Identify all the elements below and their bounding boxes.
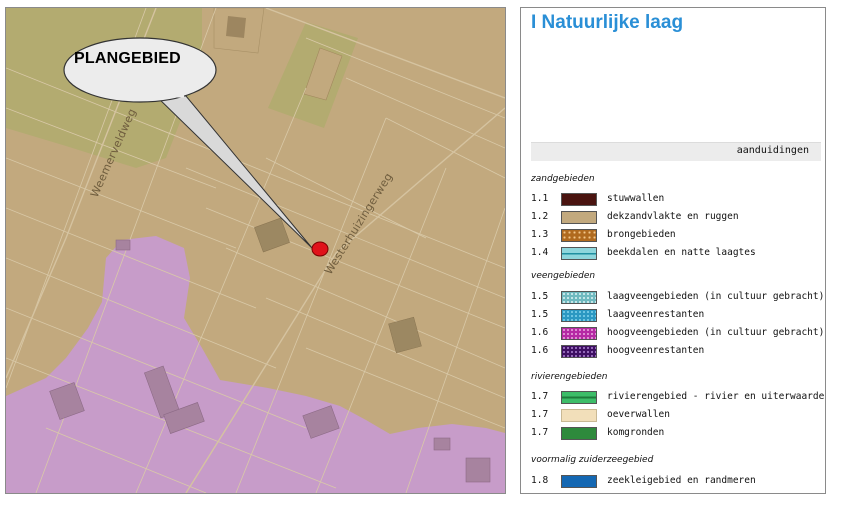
- legend-code: 1.2: [531, 211, 549, 222]
- legend-section-title: rivierengebieden: [531, 372, 608, 382]
- legend-swatch: [561, 291, 597, 304]
- callout-bubble: [63, 37, 217, 103]
- legend-swatch: [561, 409, 597, 422]
- legend-code: 1.6: [531, 345, 549, 356]
- legend-label: brongebieden: [607, 229, 676, 240]
- legend-item: 1.7 rivierengebied - rivier en uiterwaar…: [531, 391, 825, 405]
- legend-swatch: [561, 229, 597, 242]
- legend-label: beekdalen en natte laagtes: [607, 247, 756, 258]
- legend-swatch: [561, 475, 597, 488]
- legend-header-label: aanduidingen: [736, 145, 809, 156]
- legend-item: 1.2 dekzandvlakte en ruggen: [531, 211, 821, 225]
- legend-item: 1.4 beekdalen en natte laagtes: [531, 247, 821, 261]
- legend-code: 1.7: [531, 391, 549, 402]
- legend-section-title: voormalig zuiderzeegebied: [531, 455, 654, 465]
- legend-code: 1.7: [531, 427, 549, 438]
- legend-label: oeverwallen: [607, 409, 670, 420]
- legend-code: 1.8: [531, 475, 549, 486]
- legend-header-bar: aanduidingen: [531, 142, 821, 161]
- legend-code: 1.6: [531, 327, 549, 338]
- map-canvas: [6, 8, 505, 493]
- plangebied-marker[interactable]: [311, 241, 329, 257]
- legend-section-title: veengebieden: [531, 271, 596, 281]
- legend-item: 1.5 laagveenrestanten: [531, 309, 821, 323]
- legend-swatch: [561, 427, 597, 440]
- legend-label: laagveenrestanten: [607, 309, 705, 320]
- legend-label: hoogveenrestanten: [607, 345, 705, 356]
- legend-swatch: [561, 211, 597, 224]
- callout-label: PLANGEBIED: [74, 50, 181, 67]
- legend-swatch: [561, 247, 597, 260]
- legend-section-title: zandgebieden: [531, 174, 595, 184]
- legend-label: komgronden: [607, 427, 665, 438]
- legend-item: 1.6 hoogveengebieden (in cultuur gebrach…: [531, 327, 825, 341]
- legend-code: 1.7: [531, 409, 549, 420]
- legend-code: 1.5: [531, 309, 549, 320]
- field-mound: [226, 16, 246, 38]
- legend-code: 1.1: [531, 193, 549, 204]
- legend-label: stuwwallen: [607, 193, 665, 204]
- legend-item: 1.3 brongebieden: [531, 229, 821, 243]
- legend-item: 1.1 stuwwallen: [531, 193, 821, 207]
- legend-label: dekzandvlakte en ruggen: [607, 211, 739, 222]
- legend-label: zeekleigebied en randmeren: [607, 475, 756, 486]
- legend-item: 1.6 hoogveenrestanten: [531, 345, 821, 359]
- legend-swatch: [561, 309, 597, 322]
- map-view[interactable]: PLANGEBIED Weemerveldweg Westerhuizinger…: [5, 7, 506, 494]
- legend-item: 1.7 komgronden: [531, 427, 821, 441]
- legend-swatch: [561, 327, 597, 340]
- legend-code: 1.3: [531, 229, 549, 240]
- legend-item: 1.5 laagveengebieden (in cultuur gebrach…: [531, 291, 825, 305]
- legend-swatch: [561, 391, 597, 404]
- legend-label: laagveengebieden (in cultuur gebracht): [607, 291, 825, 302]
- legend-item: 1.7 oeverwallen: [531, 409, 821, 423]
- legend-title: I Natuurlijke laag: [531, 12, 684, 33]
- legend-label: rivierengebied - rivier en uiterwaarden: [607, 391, 826, 402]
- legend-label: hoogveengebieden (in cultuur gebracht): [607, 327, 825, 338]
- legend-swatch: [561, 345, 597, 358]
- legend-swatch: [561, 193, 597, 206]
- legend-item: 1.8 zeekleigebied en randmeren: [531, 475, 821, 489]
- legend-panel: I Natuurlijke laag aanduidingen zandgebi…: [520, 7, 826, 494]
- legend-code: 1.4: [531, 247, 549, 258]
- legend-code: 1.5: [531, 291, 549, 302]
